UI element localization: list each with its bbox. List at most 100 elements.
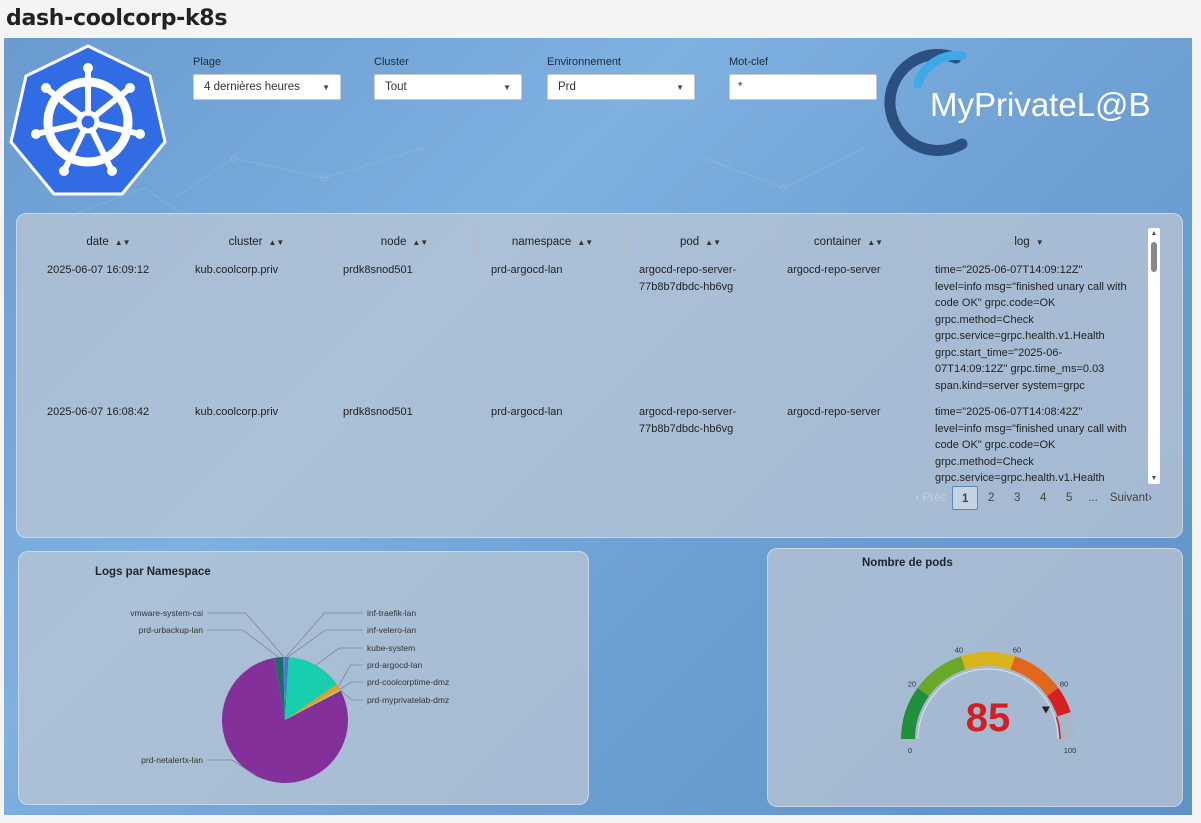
table-header: date ▲▼ cluster ▲▼ node ▲▼ namespace ▲▼ pod ▲… — [35, 228, 1151, 256]
column-header-cluster[interactable]: cluster ▲▼ — [183, 229, 331, 255]
gauge-band-2 — [961, 652, 1015, 670]
pie-leader-line — [287, 629, 363, 658]
cell-container: argocd-repo-server — [787, 406, 881, 418]
logs-table-panel: date ▲▼ cluster ▲▼ node ▲▼ namespace ▲▼ pod ▲… — [16, 213, 1183, 538]
scroll-up-icon[interactable]: ▲ — [1148, 230, 1160, 237]
dashboard: Plage 4 dernières heures ▼ Cluster Tout … — [4, 38, 1192, 815]
filter-motclef: Mot-clef — [729, 56, 877, 100]
cell-namespace: prd-argocd-lan — [491, 406, 563, 418]
column-header-pod[interactable]: pod ▲▼ — [627, 229, 775, 255]
pie-label-prd-netalertx-lan: prd-netalertx-lan — [141, 755, 203, 765]
sort-icon: ▲▼ — [268, 238, 285, 247]
cell-date: 2025-06-07 16:08:42 — [47, 406, 150, 418]
gauge-tick-label: 60 — [1013, 646, 1021, 655]
environnement-select-value: Prd — [558, 81, 576, 93]
gauge-panel: Nombre de pods 0 20 40 60 80 100 85 — [767, 548, 1183, 807]
filter-motclef-label: Mot-clef — [729, 56, 769, 68]
pie-leader-line — [337, 664, 363, 687]
pie-label-prd-coolcorptime-dmz: prd-coolcorptime-dmz — [367, 677, 449, 687]
scroll-down-icon[interactable]: ▼ — [1148, 475, 1160, 482]
gauge-chart: 0 20 40 60 80 100 85 — [901, 646, 1077, 755]
column-header-date[interactable]: date ▲▼ — [35, 229, 183, 255]
filter-environnement: Environnement Prd ▼ — [547, 56, 695, 100]
sort-icon: ▲▼ — [867, 238, 884, 247]
sort-icon: ▲▼ — [577, 238, 594, 247]
gauge-band-3 — [1010, 656, 1059, 697]
table-row[interactable]: 2025-06-07 16:08:42 kub.coolcorp.priv pr… — [35, 398, 1151, 484]
chevron-down-icon: ▼ — [322, 82, 330, 92]
cell-pod: argocd-repo-server-77b8b7dbdc-hb6vg — [639, 264, 737, 293]
brand-text: MyPrivateL@B — [930, 86, 1151, 123]
cell-date: 2025-06-07 16:09:12 — [47, 264, 150, 276]
pagination-page-2[interactable]: 2 — [978, 486, 1004, 510]
filter-environnement-label: Environnement — [547, 56, 621, 68]
filter-cluster: Cluster Tout ▼ — [374, 56, 522, 100]
gauge-tick-label: 20 — [908, 680, 916, 689]
scrollbar-thumb[interactable] — [1151, 242, 1157, 272]
gauge-band-4 — [1046, 687, 1071, 717]
gauge-tick-label: 40 — [955, 646, 963, 655]
pie-chart: inf-traefik-lan inf-velero-lan kube-system… — [130, 608, 449, 783]
cell-pod: argocd-repo-server-77b8b7dbdc-hb6vg — [639, 406, 737, 435]
pagination-ellipsis: ... — [1088, 492, 1098, 504]
filter-cluster-label: Cluster — [374, 56, 409, 68]
column-header-node[interactable]: node ▲▼ — [331, 229, 479, 255]
myprivatelab-logo: MyPrivateL@B — [884, 48, 1151, 156]
cell-log: time="2025-06-07T14:08:42Z" level=info m… — [935, 406, 1127, 484]
pie-label-prd-argocd-lan: prd-argocd-lan — [367, 660, 423, 670]
sort-icon: ▲▼ — [705, 238, 722, 247]
sort-icon: ▲▼ — [114, 238, 131, 247]
pagination-prev[interactable]: ‹ Préc — [916, 492, 947, 504]
plage-select-value: 4 dernières heures — [204, 81, 300, 93]
cell-node: prdk8snod501 — [343, 264, 413, 276]
cell-log: time="2025-06-07T14:09:12Z" level=info m… — [935, 264, 1127, 392]
cell-cluster: kub.coolcorp.priv — [195, 264, 279, 276]
pagination-page-3[interactable]: 3 — [1004, 486, 1030, 510]
pie-label-kube-system: kube-system — [367, 643, 415, 653]
pagination-page-4[interactable]: 4 — [1030, 486, 1056, 510]
column-header-namespace[interactable]: namespace ▲▼ — [479, 229, 627, 255]
cell-cluster: kub.coolcorp.priv — [195, 406, 279, 418]
sort-desc-icon: ▼ — [1035, 238, 1044, 247]
pie-chart-panel: Logs par Namespace inf-traefik-lan inf-ve… — [18, 551, 589, 805]
gauge-band-1 — [917, 656, 966, 697]
pie-label-inf-velero-lan: inf-velero-lan — [367, 625, 416, 635]
plage-select[interactable]: 4 dernières heures ▼ — [193, 74, 341, 100]
table-row[interactable]: 2025-06-07 16:09:12 kub.coolcorp.priv pr… — [35, 256, 1151, 398]
gauge-pointer — [1041, 706, 1050, 714]
column-header-log[interactable]: log ▼ — [923, 229, 1135, 255]
pie-leader-line — [207, 612, 285, 658]
pie-label-inf-traefik-lan: inf-traefik-lan — [367, 608, 416, 618]
filter-plage-label: Plage — [193, 56, 222, 68]
filter-plage: Plage 4 dernières heures ▼ — [193, 56, 341, 100]
pie-leader-line — [315, 647, 363, 666]
environnement-select[interactable]: Prd ▼ — [547, 74, 695, 100]
cluster-select-value: Tout — [385, 81, 407, 93]
cell-node: prdk8snod501 — [343, 406, 413, 418]
chevron-down-icon: ▼ — [503, 82, 511, 92]
pie-leader-line — [207, 629, 279, 658]
cell-container: argocd-repo-server — [787, 264, 881, 276]
gauge-band-5 — [1057, 712, 1075, 740]
kubernetes-logo — [9, 44, 167, 196]
sort-icon: ▲▼ — [412, 238, 429, 247]
gauge-tick-label: 100 — [1064, 746, 1077, 755]
cell-namespace: prd-argocd-lan — [491, 264, 563, 276]
pie-leader-line — [339, 681, 363, 690]
cluster-select[interactable]: Tout ▼ — [374, 74, 522, 100]
pagination-page-1[interactable]: 1 — [952, 486, 979, 510]
motclef-input[interactable] — [729, 74, 877, 100]
pie-label-vmware-system-csi: vmware-system-csi — [130, 608, 203, 618]
page-title: dash-coolcorp-k8s — [6, 6, 228, 31]
pagination-page-5[interactable]: 5 — [1056, 486, 1082, 510]
gauge-band-0 — [901, 687, 930, 740]
table-scrollbar[interactable]: ▲ ▼ — [1148, 228, 1160, 484]
column-header-container[interactable]: container ▲▼ — [775, 229, 923, 255]
pagination-next[interactable]: Suivant› — [1110, 492, 1152, 504]
pie-label-prd-urbackup-lan: prd-urbackup-lan — [139, 625, 204, 635]
logs-table: date ▲▼ cluster ▲▼ node ▲▼ namespace ▲▼ pod ▲… — [35, 228, 1151, 484]
pie-label-prd-myprivatelab-dmz: prd-myprivatelab-dmz — [367, 695, 449, 705]
gauge-value: 85 — [966, 696, 1011, 740]
chevron-down-icon: ▼ — [676, 82, 684, 92]
gauge-tick-label: 80 — [1060, 680, 1068, 689]
